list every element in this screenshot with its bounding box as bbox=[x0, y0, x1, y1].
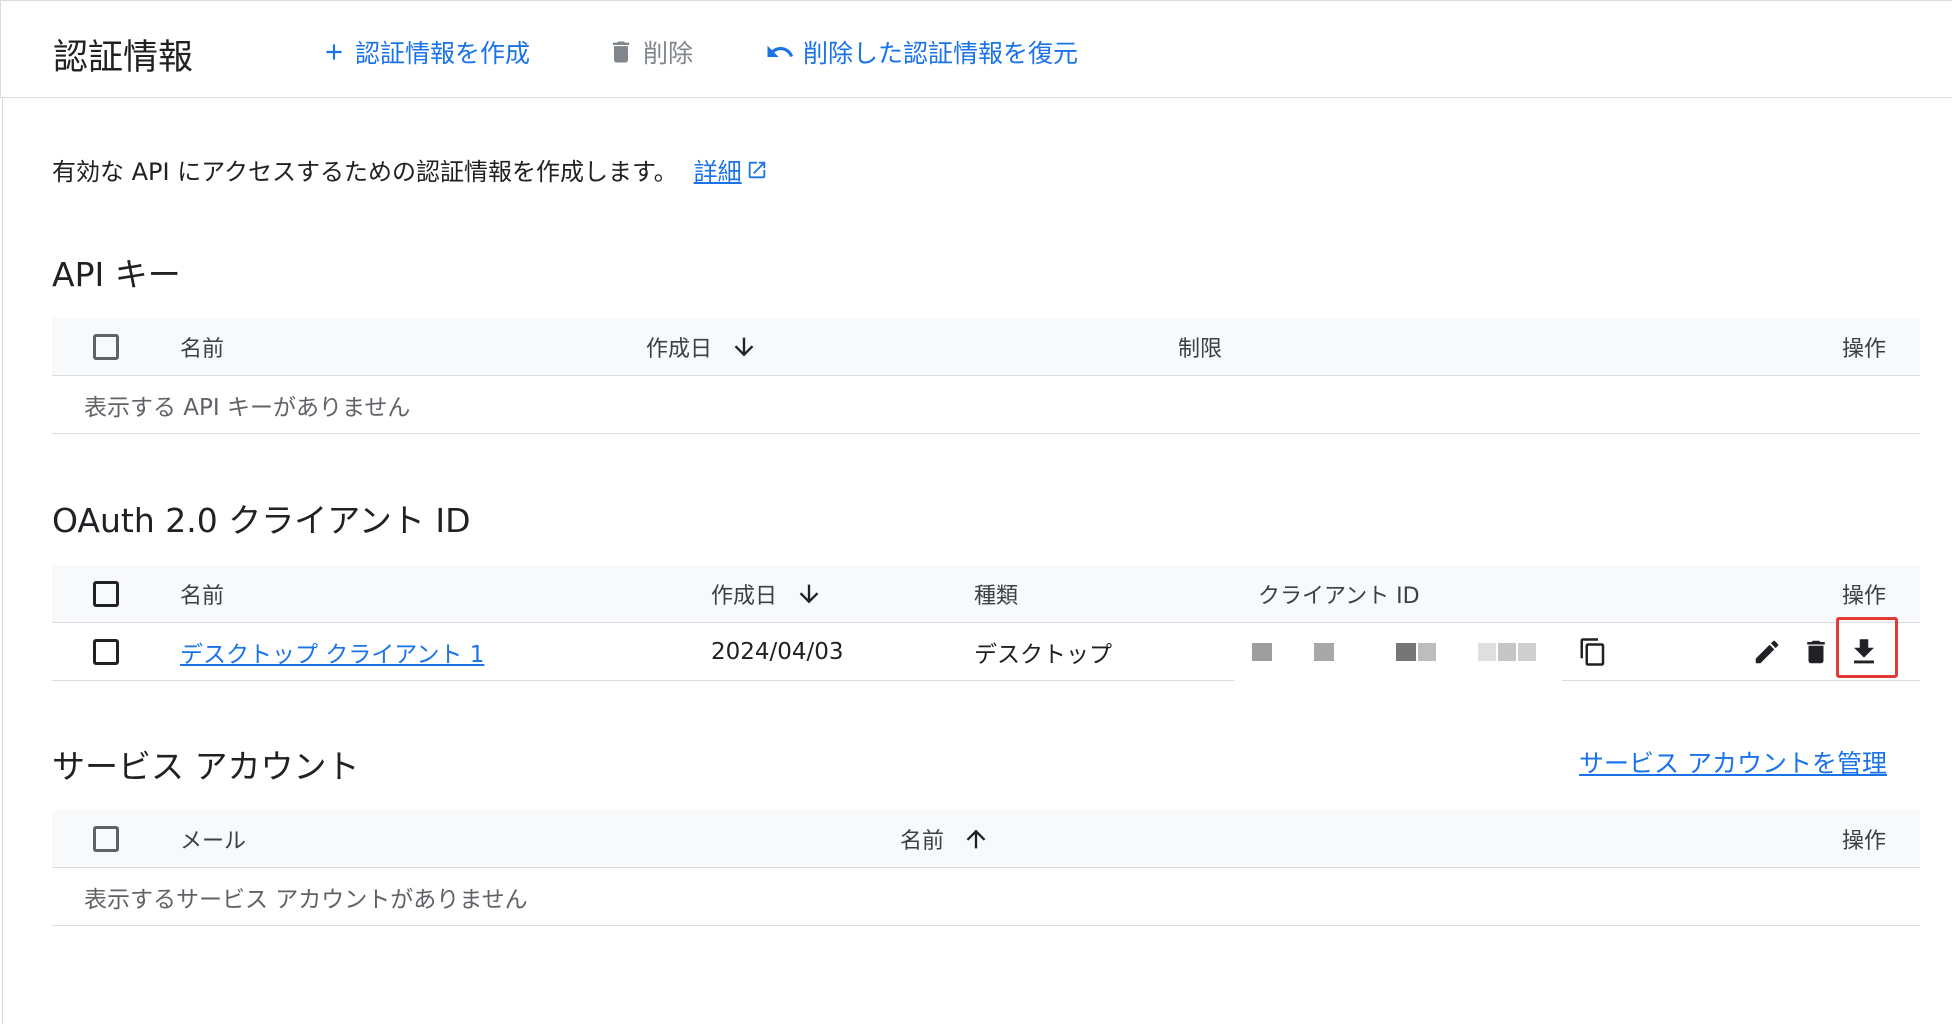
api-keys-title: API キー bbox=[52, 255, 181, 294]
api-keys-table: 名前 作成日 制限 操作 表示する API キーがありません bbox=[52, 318, 1920, 434]
service-accounts-empty-text: 表示するサービス アカウントがありません bbox=[84, 886, 528, 913]
page-title: 認証情報 bbox=[53, 38, 194, 78]
column-name[interactable]: 名前 bbox=[180, 565, 224, 622]
copy-client-id-button[interactable] bbox=[1578, 623, 1608, 680]
top-toolbar: 認証情報 認証情報を作成 削除 削除した認証情報を復元 bbox=[0, 0, 1952, 98]
column-email[interactable]: メール bbox=[180, 810, 246, 867]
row-created-date: 2024/04/03 bbox=[711, 638, 844, 665]
api-keys-header-row: 名前 作成日 制限 操作 bbox=[52, 318, 1920, 376]
column-actions: 操作 bbox=[1841, 336, 1886, 362]
select-all-checkbox[interactable] bbox=[93, 580, 119, 607]
column-name[interactable]: 名前 bbox=[900, 810, 990, 867]
client-name-link[interactable]: デスクトップ クライアント 1 bbox=[180, 635, 484, 669]
download-highlight bbox=[1836, 617, 1898, 678]
learn-more-label: 詳細 bbox=[693, 158, 742, 186]
arrow-down-icon bbox=[734, 337, 754, 356]
restore-deleted-button[interactable]: 削除した認証情報を復元 bbox=[765, 34, 1078, 70]
column-name-label: 名前 bbox=[900, 828, 945, 854]
external-link-icon bbox=[748, 161, 765, 178]
row-checkbox[interactable] bbox=[93, 638, 119, 665]
create-credentials-label: 認証情報を作成 bbox=[355, 39, 531, 68]
column-restriction: 制限 bbox=[1178, 336, 1223, 362]
column-actions: 操作 bbox=[1841, 828, 1886, 854]
trash-icon bbox=[1807, 640, 1825, 663]
delete-button[interactable]: 削除 bbox=[607, 34, 693, 70]
service-accounts-header-row: メール 名前 操作 bbox=[52, 810, 1920, 868]
arrow-down-icon bbox=[799, 584, 819, 603]
column-type: 種類 bbox=[974, 583, 1019, 609]
oauth-table: 名前 作成日 種類 クライアント ID 操作 デスクトップ クライアント 1 2… bbox=[52, 565, 1920, 681]
restore-deleted-label: 削除した認証情報を復元 bbox=[803, 39, 1079, 68]
arrow-up-icon bbox=[966, 829, 986, 848]
column-actions: 操作 bbox=[1841, 583, 1886, 609]
api-keys-empty-text: 表示する API キーがありません bbox=[84, 394, 411, 421]
column-created-date[interactable]: 作成日 bbox=[646, 318, 758, 375]
create-credentials-button[interactable]: 認証情報を作成 bbox=[321, 34, 530, 70]
row-divider bbox=[52, 680, 1920, 681]
empty-row: 表示するサービス アカウントがありません bbox=[52, 868, 1920, 926]
select-all-checkbox[interactable] bbox=[93, 825, 119, 852]
column-created-date[interactable]: 作成日 bbox=[711, 565, 823, 622]
intro-description: 有効な API にアクセスするための認証情報を作成します。 bbox=[52, 158, 678, 186]
column-created-label: 作成日 bbox=[646, 336, 713, 362]
plus-icon bbox=[326, 44, 342, 60]
column-name[interactable]: 名前 bbox=[180, 318, 224, 375]
left-border bbox=[2, 98, 3, 1024]
service-accounts-title: サービス アカウント bbox=[52, 747, 360, 786]
delete-label: 削除 bbox=[643, 39, 694, 68]
select-all-checkbox[interactable] bbox=[93, 333, 119, 360]
edit-button[interactable] bbox=[1752, 623, 1782, 680]
row-type: デスクトップ bbox=[974, 641, 1112, 668]
column-client-id: クライアント ID bbox=[1258, 583, 1420, 609]
undo-icon bbox=[767, 45, 794, 57]
client-id-redacted bbox=[1252, 623, 1538, 680]
intro-text: 有効な API にアクセスするための認証情報を作成します。 詳細 bbox=[52, 152, 768, 187]
copy-icon bbox=[1580, 637, 1605, 666]
oauth-header-row: 名前 作成日 種類 クライアント ID 操作 bbox=[52, 565, 1920, 623]
delete-row-button[interactable] bbox=[1801, 623, 1831, 680]
column-created-label: 作成日 bbox=[711, 583, 778, 609]
learn-more-link[interactable]: 詳細 bbox=[694, 152, 768, 187]
oauth-title: OAuth 2.0 クライアント ID bbox=[52, 501, 471, 540]
pencil-icon bbox=[1755, 640, 1779, 663]
empty-row: 表示する API キーがありません bbox=[52, 376, 1920, 434]
table-row: デスクトップ クライアント 1 2024/04/03 デスクトップ bbox=[52, 623, 1920, 680]
trash-icon bbox=[612, 41, 630, 63]
service-accounts-table: メール 名前 操作 表示するサービス アカウントがありません bbox=[52, 810, 1920, 926]
manage-service-accounts-link[interactable]: サービス アカウントを管理 bbox=[1579, 744, 1887, 780]
